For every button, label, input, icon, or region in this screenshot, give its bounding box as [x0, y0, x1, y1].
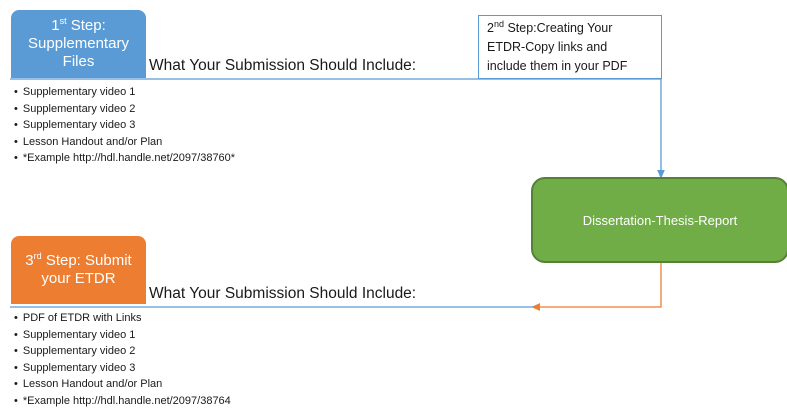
dissertation-box: Dissertation-Thesis-Report [531, 177, 787, 263]
step1-sup: st [59, 16, 67, 26]
list-item: Supplementary video 3 [14, 117, 235, 134]
step3-sup: rd [33, 251, 42, 261]
step3-number: 3 [25, 252, 34, 269]
section2-list: PDF of ETDR with Links Supplementary vid… [14, 310, 231, 409]
list-item: Supplementary video 2 [14, 101, 235, 118]
list-item: Supplementary video 1 [14, 84, 235, 101]
step2-number: 2 [487, 20, 494, 35]
orange-connector-arrow [531, 263, 662, 311]
step3-line2: your ETDR [41, 270, 116, 287]
section1-list: Supplementary video 1 Supplementary vide… [14, 84, 235, 167]
step2-line2: ETDR-Copy links and [487, 39, 608, 54]
step1-number: 1 [51, 17, 60, 34]
list-item: Supplementary video 3 [14, 360, 231, 377]
list-item: Supplementary video 1 [14, 327, 231, 344]
list-item: *Example http://hdl.handle.net/2097/3876… [14, 393, 231, 410]
list-item: PDF of ETDR with Links [14, 310, 231, 327]
step1-line3: Files [62, 53, 95, 70]
step1-line2: Supplementary [28, 35, 129, 52]
list-item: Lesson Handout and/or Plan [14, 134, 235, 151]
section2-heading: What Your Submission Should Include: [149, 285, 417, 302]
step3-title: Step: Submit [41, 252, 132, 269]
list-item: Supplementary video 2 [14, 343, 231, 360]
list-item: Lesson Handout and/or Plan [14, 376, 231, 393]
list-item: *Example http://hdl.handle.net/2097/3876… [14, 150, 235, 167]
step2-title: Step:Creating Your [503, 20, 613, 35]
step2-box: 2nd Step:Creating Your ETDR-Copy links a… [478, 15, 662, 79]
step2-line3: include them in your PDF [487, 58, 628, 73]
step2-sup: nd [493, 18, 504, 29]
dissertation-label: Dissertation-Thesis-Report [582, 212, 738, 228]
step1-box: 1st Step: Supplementary Files [11, 10, 146, 78]
section1-heading: What Your Submission Should Include: [149, 57, 417, 74]
step1-title: Step: [66, 17, 106, 34]
step3-box: 3rd Step: Submit your ETDR [11, 236, 146, 304]
